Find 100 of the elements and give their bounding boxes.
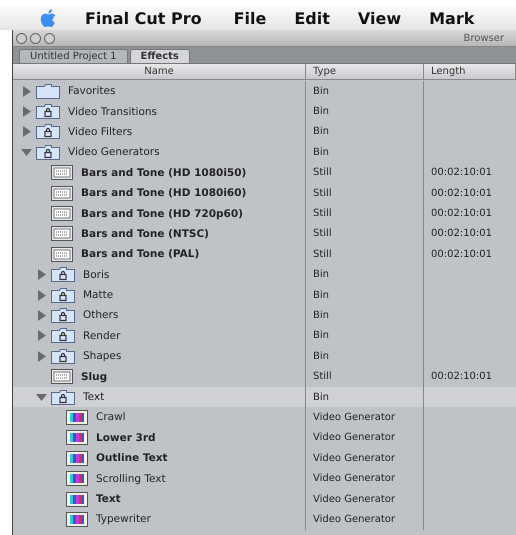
item-type: Still (313, 228, 332, 240)
still-clip-icon (51, 186, 73, 201)
disclosure-right-icon[interactable] (36, 310, 47, 321)
disclosure-right-icon[interactable] (36, 290, 47, 301)
table-row[interactable]: Render Bin (13, 326, 516, 346)
item-name: Matte (83, 289, 114, 302)
table-row[interactable]: Bars and Tone (HD 720p60) Still 00:02:10:01 (13, 203, 516, 224)
table-row[interactable]: Text Bin (13, 386, 516, 408)
bin-icon (51, 288, 75, 303)
item-type: Video Generator (313, 494, 395, 504)
folder-icon (36, 84, 60, 99)
table-row[interactable]: Bars and Tone (HD 1080i50) Still 00:02:10:01 (13, 162, 516, 183)
close-button[interactable] (16, 32, 27, 44)
table-row[interactable]: Bars and Tone (PAL) Still 00:02:10:01 (13, 244, 516, 265)
column-header[interactable]: Length (424, 64, 516, 79)
menu-item[interactable]: Mark (429, 8, 474, 28)
table-row[interactable]: Video Transitions Bin (13, 101, 516, 122)
color-bars-icon (66, 471, 88, 486)
item-name: Video Generators (68, 146, 160, 158)
table-row[interactable]: Favorites Bin (13, 81, 516, 102)
item-type: Bin (313, 86, 329, 97)
window-title: Browser (463, 32, 504, 44)
disclosure-right-icon[interactable] (21, 106, 32, 118)
item-name: Favorites (68, 85, 116, 98)
table-row[interactable]: Video Generators Bin (13, 142, 516, 163)
color-bars-icon (66, 450, 88, 466)
table-row[interactable]: Others Bin (13, 305, 516, 326)
item-type: Bin (313, 350, 329, 362)
zoom-button[interactable] (44, 32, 55, 44)
item-length: 00:02:10:01 (431, 208, 492, 220)
disclosure-right-icon[interactable] (21, 86, 32, 97)
table-row[interactable]: Crawl Video Generator (13, 407, 516, 428)
still-clip-icon (51, 369, 73, 384)
table-row[interactable]: Text Video Generator (13, 488, 516, 510)
item-length: 00:02:10:01 (431, 248, 492, 260)
item-length: 00:02:10:01 (431, 371, 492, 382)
table-row[interactable]: Video Filters Bin (13, 122, 516, 142)
item-name: Bars and Tone (HD 720p60) (81, 208, 243, 220)
item-type: Still (313, 371, 332, 382)
minimize-button[interactable] (30, 32, 41, 44)
item-type: Video Generator (313, 514, 395, 525)
still-clip-icon (51, 226, 73, 242)
item-length: 00:02:10:01 (431, 188, 492, 199)
disclosure-down-icon[interactable] (36, 392, 47, 403)
item-name: Bars and Tone (HD 1080i60) (81, 187, 246, 200)
table-row[interactable]: Boris Bin (13, 264, 516, 285)
item-type: Bin (313, 269, 329, 280)
bin-icon (51, 267, 75, 282)
menu-item[interactable]: Edit (294, 8, 330, 28)
color-bars-icon (66, 430, 88, 446)
table-row[interactable]: Matte Bin (13, 284, 516, 306)
item-type: Still (313, 248, 332, 260)
tab[interactable]: Effects (130, 49, 190, 63)
disclosure-right-icon[interactable] (36, 269, 47, 280)
item-type: Still (313, 208, 332, 220)
menu-item[interactable]: File (234, 8, 266, 28)
color-bars-icon (66, 512, 88, 527)
item-type: Still (313, 167, 332, 178)
item-name: Crawl (96, 411, 126, 424)
menu-item[interactable]: Final Cut Pro (85, 8, 202, 28)
item-name: Shapes (83, 350, 122, 362)
bin-icon (51, 328, 75, 344)
table-row[interactable]: Typewriter Video Generator (13, 509, 516, 530)
table-row[interactable]: Scrolling Text Video Generator (13, 468, 516, 489)
item-name: Outline Text (96, 452, 168, 464)
item-name: Render (83, 330, 120, 342)
tab[interactable]: Untitled Project 1 (19, 49, 128, 63)
bin-icon (36, 144, 60, 160)
bin-icon (51, 390, 75, 405)
column-header[interactable]: Name (13, 64, 306, 79)
color-bars-icon (66, 492, 88, 506)
menu-item[interactable]: View (358, 8, 402, 28)
item-name: Video Filters (68, 126, 132, 138)
table-row[interactable]: Shapes Bin (13, 346, 516, 366)
item-name: Video Transitions (68, 106, 158, 118)
table-row[interactable]: Bars and Tone (HD 1080i60) Still 00:02:10:01 (13, 182, 516, 204)
table-row[interactable]: Lower 3rd Video Generator (13, 428, 516, 448)
item-type: Bin (313, 106, 329, 118)
item-length: 00:02:10:01 (431, 228, 492, 240)
table-row[interactable]: Outline Text Video Generator (13, 448, 516, 468)
disclosure-right-icon[interactable] (36, 350, 47, 362)
still-clip-icon (51, 165, 73, 180)
disclosure-right-icon[interactable] (36, 330, 47, 342)
item-type: Bin (313, 310, 329, 321)
item-type: Bin (313, 126, 329, 138)
item-type: Video Generator (313, 432, 395, 444)
column-header[interactable]: Type (306, 64, 424, 79)
item-name: Scrolling Text (96, 472, 166, 485)
bin-icon (36, 104, 60, 120)
disclosure-down-icon[interactable] (21, 146, 32, 158)
disclosure-right-icon[interactable] (21, 126, 32, 138)
table-row[interactable]: Bars and Tone (NTSC) Still 00:02:10:01 (13, 224, 516, 244)
item-name: Typewriter (96, 513, 151, 526)
item-length: 00:02:10:01 (431, 167, 492, 178)
color-bars-icon (66, 410, 88, 425)
item-type: Bin (313, 146, 329, 158)
item-type: Bin (313, 392, 329, 403)
item-name: Boris (83, 268, 110, 281)
item-type: Bin (313, 290, 329, 301)
item-name: Text (96, 493, 121, 505)
